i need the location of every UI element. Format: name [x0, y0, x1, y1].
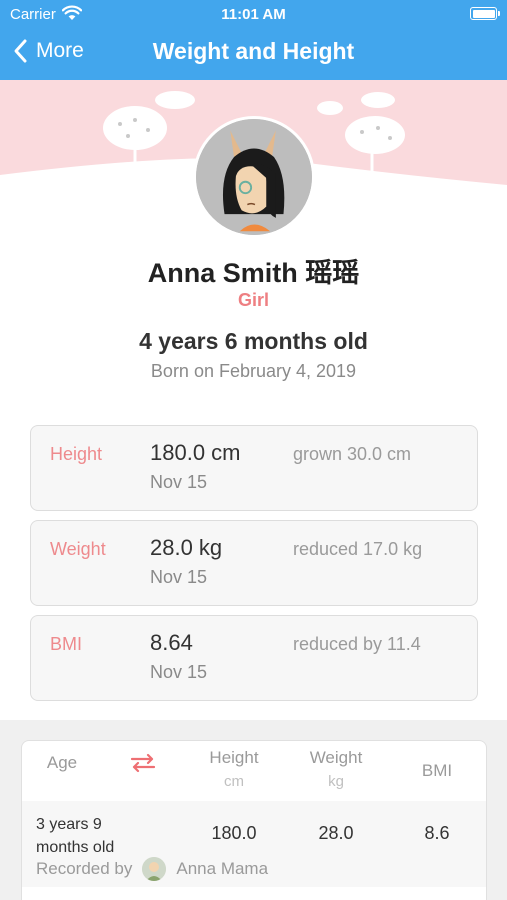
card-value: 8.64 — [150, 630, 193, 655]
child-name: Anna Smith 瑶瑶 — [147, 258, 360, 288]
card-label: Height — [50, 444, 103, 464]
card-value: 28.0 kg — [150, 535, 223, 560]
card-date: Nov 15 — [150, 472, 208, 492]
status-time: 11:01 AM — [221, 6, 286, 23]
card-value: 180.0 cm — [150, 440, 241, 465]
birth-date: Born on February 4, 2019 — [150, 361, 357, 381]
page-title: Weight and Height — [152, 38, 355, 64]
weight-card[interactable]: Weight 28.0 kg Nov 15 reduced 17.0 kg — [30, 520, 478, 606]
recorder-avatar — [142, 857, 167, 881]
battery-icon — [470, 7, 500, 20]
navigation-bar: Carrier 11:01 AM More Weight and Height — [0, 0, 507, 80]
gender-label: Girl — [237, 290, 269, 310]
age-label: 4 years 6 months old — [139, 328, 368, 354]
row-height: 180.0 — [211, 823, 257, 843]
status-bar: Carrier 11:01 AM — [0, 0, 507, 30]
child-avatar[interactable] — [193, 116, 315, 238]
column-header-weight: Weight — [309, 748, 363, 767]
table-row[interactable]: 3 years 9 months old 180.0 28.0 8.6 Reco… — [22, 801, 486, 887]
history-table: Age Height cm Weight kg BMI 3 years 9 mo… — [21, 740, 487, 900]
recorded-by: Recorded by Anna Mama — [36, 857, 268, 881]
card-date: Nov 15 — [150, 567, 208, 587]
avatar-illustration — [196, 119, 312, 235]
height-card[interactable]: Height 180.0 cm Nov 15 grown 30.0 cm — [30, 425, 478, 511]
column-header-bmi: BMI — [421, 761, 453, 780]
row-weight: 28.0 — [318, 823, 354, 843]
column-header-height: Height — [209, 748, 259, 767]
row-bmi: 8.6 — [424, 823, 450, 843]
card-label: Weight — [50, 539, 106, 559]
bmi-card[interactable]: BMI 8.64 Nov 15 reduced by 11.4 — [30, 615, 478, 701]
column-unit-height: cm — [224, 773, 244, 790]
column-unit-weight: kg — [328, 773, 344, 790]
column-header-age[interactable]: Age — [22, 753, 102, 773]
recorded-by-label: Recorded by — [36, 859, 133, 878]
swap-arrows-icon[interactable] — [128, 753, 158, 773]
row-age: 3 years 9 months old — [36, 816, 115, 856]
card-change: reduced by 11.4 — [293, 634, 421, 654]
card-label: BMI — [50, 634, 83, 654]
recorder-name: Anna Mama — [176, 859, 269, 878]
card-change: grown 30.0 cm — [293, 444, 412, 464]
card-date: Nov 15 — [150, 662, 208, 682]
card-change: reduced 17.0 kg — [293, 539, 423, 559]
